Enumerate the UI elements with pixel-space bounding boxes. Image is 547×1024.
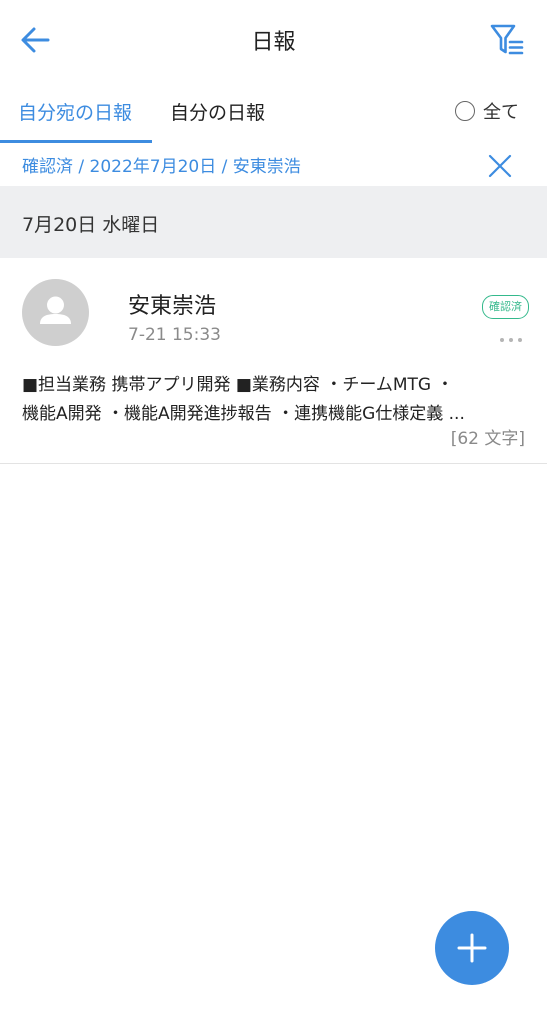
clear-filter-button[interactable]: [484, 150, 516, 182]
report-summary-line-1: ■担当業務 携帯アプリ開発 ■業務内容 ・チームMTG ・: [22, 375, 454, 395]
tab-bar: 自分宛の日報 自分の日報 全て: [0, 80, 547, 144]
status-badge: 確認済: [482, 295, 529, 319]
filter-list-icon: [490, 24, 524, 55]
close-icon: [488, 154, 512, 178]
report-card[interactable]: 安東崇浩 7-21 15:33 確認済 ■担当業務 携帯アプリ開発 ■業務内容 …: [0, 258, 547, 464]
active-tab-indicator: [0, 140, 152, 143]
user-placeholder-icon: [40, 296, 71, 324]
filter-button[interactable]: [486, 18, 530, 62]
app-header: 日報: [0, 0, 547, 80]
more-options-button[interactable]: [498, 330, 524, 342]
tab-my-reports[interactable]: 自分の日報: [170, 98, 265, 125]
report-timestamp: 7-21 15:33: [128, 325, 221, 345]
date-label: 7月20日 水曜日: [22, 214, 160, 236]
radio-icon[interactable]: [455, 101, 475, 121]
date-section-header: 7月20日 水曜日: [0, 186, 547, 258]
filter-summary-text: 確認済 / 2022年7月20日 / 安東崇浩: [22, 157, 301, 177]
report-summary: ■担当業務 携帯アプリ開発 ■業務内容 ・チームMTG ・ 機能A開発 ・機能A…: [22, 371, 528, 429]
character-count: [62 文字]: [450, 429, 525, 449]
all-label: 全て: [483, 102, 519, 123]
filter-summary-bar: 確認済 / 2022年7月20日 / 安東崇浩: [0, 144, 547, 186]
more-horizontal-icon: [500, 338, 522, 342]
tab-received-reports[interactable]: 自分宛の日報: [18, 98, 132, 125]
page-title: 日報: [251, 30, 296, 55]
all-toggle[interactable]: 全て: [455, 98, 519, 124]
avatar: [22, 279, 89, 346]
add-report-button[interactable]: [435, 911, 509, 985]
plus-icon: [457, 933, 487, 963]
report-author: 安東崇浩: [128, 294, 217, 319]
